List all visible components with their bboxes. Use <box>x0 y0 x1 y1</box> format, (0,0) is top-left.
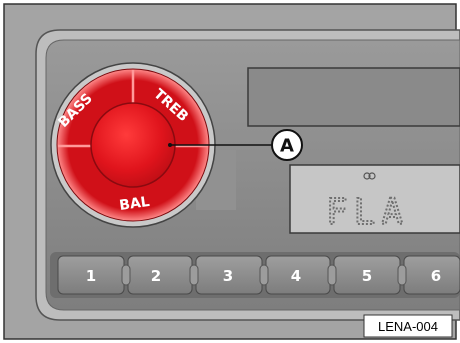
upper-window <box>247 67 460 127</box>
preset-label: 5 <box>362 267 372 285</box>
preset-button-5[interactable]: 5 <box>333 255 401 295</box>
preset-button-4[interactable]: 4 <box>265 255 331 295</box>
button-separator <box>397 264 407 286</box>
preset-label: 1 <box>86 267 96 285</box>
preset-button-1[interactable]: 1 <box>57 255 125 295</box>
preset-button-3[interactable]: 3 <box>195 255 263 295</box>
reference-tag: LENA-004 <box>363 314 453 338</box>
callout-a: A <box>271 129 303 161</box>
button-separator <box>121 264 131 286</box>
preset-button-6[interactable]: 6 <box>403 255 460 295</box>
diagram-canvas: FLA BASS TREB BAL A 1 2 3 4 5 6 LENA-004 <box>3 3 460 340</box>
knob-center[interactable] <box>90 102 176 188</box>
preset-label: 3 <box>223 267 233 285</box>
button-separator <box>327 264 337 286</box>
preset-label: 2 <box>151 267 161 285</box>
preset-button-2[interactable]: 2 <box>127 255 193 295</box>
preset-label: 4 <box>291 267 301 285</box>
reference-code: LENA-004 <box>378 319 438 334</box>
button-separator <box>259 264 269 286</box>
button-separator <box>189 264 199 286</box>
preset-buttons: 1 2 3 4 5 6 <box>57 255 460 295</box>
radio-diagram: FLA BASS TREB BAL A 1 2 3 4 5 6 LENA-004 <box>0 0 460 343</box>
preset-label: 6 <box>431 267 441 285</box>
callout-dot <box>168 143 172 147</box>
lcd-text: FLA <box>326 192 409 233</box>
callout-letter: A <box>280 136 294 157</box>
